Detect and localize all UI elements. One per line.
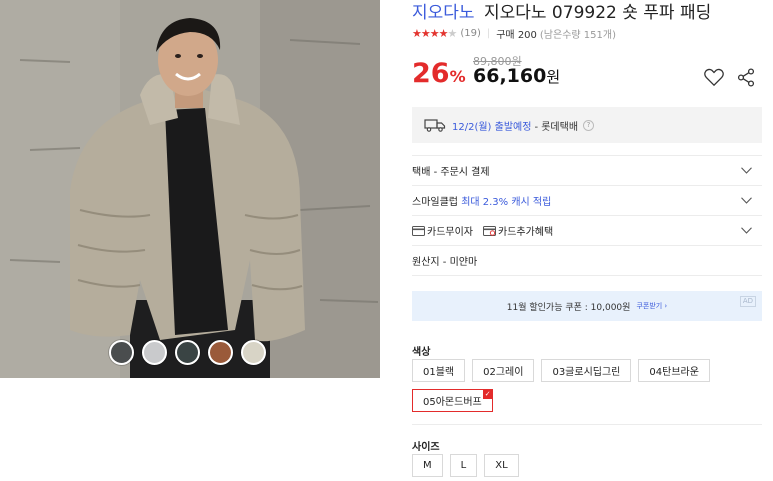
card-benefits-row[interactable]: 카드무이자 카드추가혜택 xyxy=(412,216,762,246)
stars-filled-icon: ★★★★ xyxy=(412,27,448,40)
smile-club-row[interactable]: 스마일클럽 최대 2.3% 캐시 적립 xyxy=(412,186,762,216)
rating-divider: | xyxy=(486,28,491,39)
color-swatch[interactable] xyxy=(142,340,167,365)
size-option-l[interactable]: L xyxy=(449,454,478,477)
color-option-almond-buff[interactable]: 05아몬드버프 ✓ xyxy=(412,389,493,412)
review-count[interactable]: (19) xyxy=(460,28,481,39)
help-icon[interactable]: ? xyxy=(583,119,595,131)
smile-club-cashback: 최대 2.3% 캐시 적립 xyxy=(461,197,552,208)
benefit-option-list: 택배 - 주문시 결제 스마일클럽 최대 2.3% 캐시 적립 카드무이자 카드… xyxy=(412,155,762,276)
ad-badge: AD xyxy=(739,296,756,307)
card-plus-icon xyxy=(483,225,496,236)
chevron-down-icon[interactable] xyxy=(741,227,752,234)
color-option-label: 05아몬드버프 xyxy=(423,397,482,408)
color-option-gray[interactable]: 02그레이 xyxy=(472,359,535,382)
heart-icon[interactable] xyxy=(703,67,725,87)
color-option-group: 01블랙 02그레이 03글로시딥그린 04탄브라운 05아몬드버프 ✓ xyxy=(412,359,762,412)
color-swatch[interactable] xyxy=(109,340,134,365)
color-swatch-strip xyxy=(109,340,266,365)
sale-price-unit: 원 xyxy=(546,68,561,86)
origin-label: 원산지 - 미얀마 xyxy=(412,257,478,268)
discount-percent-sign: % xyxy=(449,67,466,86)
color-swatch[interactable] xyxy=(175,340,200,365)
product-main-image xyxy=(0,0,380,378)
product-name: 지오다노 079922 숏 푸파 패딩 xyxy=(483,3,712,23)
discount-number: 26 xyxy=(412,58,450,89)
shipping-date: 12/2(월) 출발예정 xyxy=(452,121,532,133)
origin-row: 원산지 - 미얀마 xyxy=(412,246,762,276)
color-swatch[interactable] xyxy=(241,340,266,365)
section-divider xyxy=(412,424,762,425)
shipping-info: 12/2(월) 출발예정 - 롯데택배 ? xyxy=(412,107,762,143)
shipping-carrier: - 롯데택배 xyxy=(534,121,579,133)
chevron-down-icon[interactable] xyxy=(741,167,752,174)
color-section-label: 색상 xyxy=(412,347,431,358)
star-empty-icon: ★ xyxy=(447,27,457,40)
color-option-black[interactable]: 01블랙 xyxy=(412,359,466,382)
get-coupon-link[interactable]: 쿠폰받기 › xyxy=(636,301,667,311)
rating-row: ★★★★★ (19) | 구매 200 (남은수량 151개) xyxy=(412,26,616,41)
smile-club-label: 스마일클럽 xyxy=(412,197,458,208)
model-in-jacket-illustration xyxy=(0,0,380,378)
selected-check-icon: ✓ xyxy=(482,389,493,399)
card-icon xyxy=(412,225,425,236)
color-swatch[interactable] xyxy=(208,340,233,365)
coupon-text: 11월 할인가능 쿠폰 : 10,000원 xyxy=(506,302,631,313)
remaining-stock: (남은수량 151개) xyxy=(539,30,616,41)
delivery-payment-row[interactable]: 택배 - 주문시 결제 xyxy=(412,156,762,186)
size-option-m[interactable]: M xyxy=(412,454,443,477)
product-title: 지오다노 지오다노 079922 숏 푸파 패딩 xyxy=(412,0,711,23)
share-icon[interactable] xyxy=(737,68,755,87)
size-option-xl[interactable]: XL xyxy=(484,454,519,477)
discount-rate: 26% xyxy=(412,58,466,89)
card-extra-benefit-label[interactable]: 카드추가혜택 xyxy=(498,223,553,238)
purchase-count: 구매 200 xyxy=(496,30,537,41)
delivery-payment-label: 택배 - 주문시 결제 xyxy=(412,167,490,178)
sale-price: 66,160원 xyxy=(473,65,560,87)
chevron-down-icon[interactable] xyxy=(741,197,752,204)
brand-link[interactable]: 지오다노 xyxy=(412,3,475,23)
card-interest-free-label[interactable]: 카드무이자 xyxy=(427,223,473,238)
coupon-banner[interactable]: 11월 할인가능 쿠폰 : 10,000원 쿠폰받기 › AD xyxy=(412,291,762,321)
sale-price-number: 66,160 xyxy=(473,65,547,87)
color-option-tan-brown[interactable]: 04탄브라운 xyxy=(638,359,710,382)
size-option-group: M L XL xyxy=(412,454,762,477)
truck-icon xyxy=(424,119,446,132)
size-section-label: 사이즈 xyxy=(412,442,440,453)
star-rating[interactable]: ★★★★★ xyxy=(412,27,457,40)
color-option-glossy-deep-green[interactable]: 03글로시딥그린 xyxy=(541,359,632,382)
